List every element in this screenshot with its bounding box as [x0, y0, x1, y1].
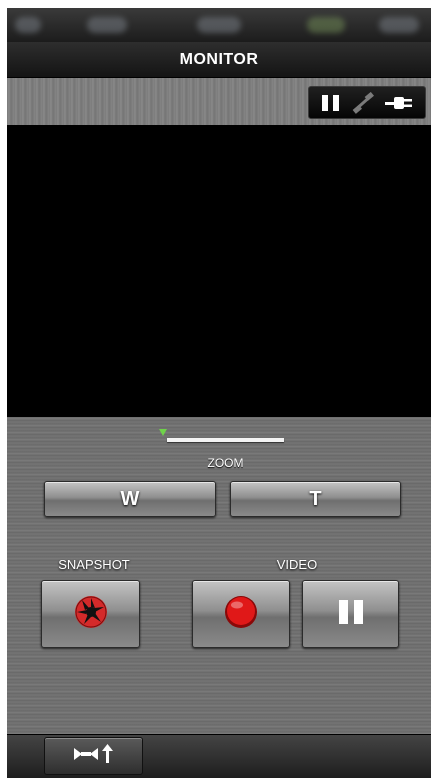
- pause-icon: [336, 598, 366, 631]
- zoom-label: ZOOM: [207, 456, 244, 470]
- zoom-tele-button[interactable]: T: [230, 481, 401, 517]
- zoom-wide-button[interactable]: W: [44, 481, 216, 517]
- video-pause-button[interactable]: [302, 580, 399, 648]
- zoom-level-marker: [159, 429, 167, 436]
- status-icon: [307, 17, 345, 33]
- status-icon: [87, 17, 127, 33]
- zoom-slider[interactable]: [167, 438, 284, 442]
- snapshot-button[interactable]: [41, 580, 140, 648]
- pause-icon[interactable]: [319, 93, 343, 113]
- toolbar: [7, 78, 431, 125]
- status-icon: [197, 17, 241, 33]
- status-bar: [7, 8, 431, 42]
- video-label: VIDEO: [276, 557, 318, 572]
- footer-bar: [7, 734, 431, 778]
- status-icon: [379, 17, 419, 33]
- plug-icon[interactable]: [383, 93, 415, 113]
- shutter-icon: [74, 595, 108, 634]
- switch-mode-button[interactable]: [44, 737, 143, 775]
- header-bar: MONITOR: [7, 42, 431, 78]
- switch-mode-icon: [70, 742, 118, 771]
- page-title: MONITOR: [179, 50, 259, 68]
- control-panel: ZOOM W T SNAPSHOT VIDEO: [7, 417, 431, 734]
- record-button[interactable]: [192, 580, 290, 648]
- record-icon: [224, 595, 258, 634]
- snapshot-label: SNAPSHOT: [58, 557, 130, 572]
- status-icon: [15, 17, 41, 33]
- app-screen: MONITOR ZOOM W T SNAPSHOT VIDEO: [7, 8, 431, 778]
- link-icon[interactable]: [350, 91, 376, 114]
- camera-preview: [7, 125, 431, 417]
- connection-controls: [308, 86, 426, 119]
